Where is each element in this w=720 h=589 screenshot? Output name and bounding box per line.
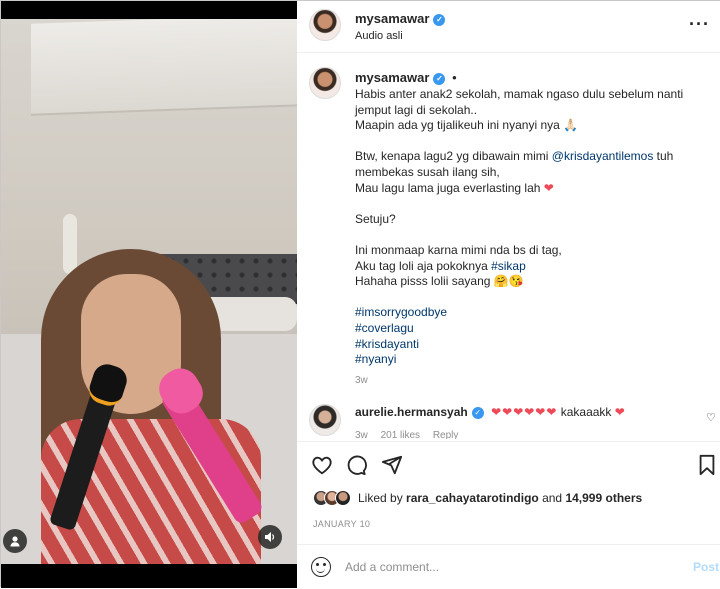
caption-line: jemput lagi di sekolah.. <box>355 102 478 117</box>
more-dots-icon[interactable]: ··· <box>689 14 710 35</box>
author-username-text[interactable]: mysamawar <box>355 11 429 26</box>
caption-line <box>355 196 715 212</box>
liked-by-prefix: Liked by <box>358 491 407 505</box>
verified-badge-icon: ✓ <box>471 407 484 419</box>
ceiling-light <box>31 19 297 116</box>
caption-timestamp[interactable]: 3w <box>355 375 368 386</box>
caption-line: Setuju? <box>355 211 396 226</box>
liker-avatar[interactable] <box>335 490 351 506</box>
caption-line: Maapin ada yg tijalikeuh ini nyanyi nya … <box>355 118 579 133</box>
caption-line: Ini monmaap karna mimi nda bs di tag, <box>355 242 562 257</box>
caption-line-text: tuh <box>653 149 674 164</box>
caption-line <box>355 227 715 243</box>
liker-username[interactable]: rara_cahayatarotindigo <box>406 491 539 505</box>
commenter-username[interactable]: aurelie.hermansyah <box>355 405 468 419</box>
liked-by-text: Liked by rara_cahayatarotindigo and 14,9… <box>358 491 642 505</box>
comment-meta: 3w 201 likes Reply <box>355 430 468 439</box>
bookmark-icon[interactable] <box>697 454 717 480</box>
comment-body: kakaaakk <box>557 405 615 419</box>
post-header: mysamawar ✓ Audio asli ··· <box>297 1 720 53</box>
heart-emoji-icon: ❤❤❤❤❤❤ <box>491 405 558 419</box>
add-comment-bar: Post <box>297 544 720 589</box>
caption-text: Habis anter anak2 sekolah, mamak ngaso d… <box>355 87 715 368</box>
caption-line: Aku tag loli aja pokoknya #sikap <box>355 259 715 275</box>
comment-timestamp[interactable]: 3w <box>355 430 368 439</box>
caption-line: Mau lagu lama juga everlasting lah ❤ <box>355 181 715 197</box>
comment-bubble-icon[interactable] <box>345 454 367 480</box>
post-actions: Liked by rara_cahayatarotindigo and 14,9… <box>297 441 720 588</box>
caption-username-text[interactable]: mysamawar <box>355 70 429 85</box>
reply-button[interactable]: Reply <box>433 430 459 439</box>
caption-line: membekas susah ilang sih, <box>355 164 500 179</box>
comment-input[interactable] <box>345 557 675 577</box>
heart-outline-icon[interactable] <box>311 454 333 480</box>
author-avatar[interactable] <box>309 9 341 41</box>
verified-badge-icon: ✓ <box>433 73 446 85</box>
comment-likes-count[interactable]: 201 likes <box>381 430 420 439</box>
caption-line-text: Mau lagu lama juga everlasting lah <box>355 180 544 195</box>
caption-line: Hahaha pisss lolii sayang 🤗😘 <box>355 274 524 289</box>
hashtag-link[interactable]: #krisdayanti <box>355 337 715 353</box>
caption-line-text: Aku tag loli aja pokoknya <box>355 258 492 273</box>
caption-username[interactable]: mysamawar ✓ • <box>355 70 457 85</box>
user-silhouette-icon[interactable] <box>3 529 27 553</box>
hashtag-link[interactable]: #nyanyi <box>355 352 715 368</box>
post-date[interactable]: JANUARY 10 <box>313 519 370 529</box>
heart-emoji-icon: ❤ <box>614 405 625 419</box>
caption-line-text: Btw, kenapa lagu2 yg dibawain mimi <box>355 149 552 164</box>
caption-line: Btw, kenapa lagu2 yg dibawain mimi @kris… <box>355 149 715 165</box>
caption-author-avatar[interactable] <box>309 67 341 99</box>
paper-plane-icon[interactable] <box>381 454 403 480</box>
heart-emoji-icon: ❤ <box>543 180 554 195</box>
comment: aurelie.hermansyah ✓ ❤❤❤❤❤❤ kakaaakk ❤ <box>355 405 625 419</box>
wall-lamp <box>63 214 77 274</box>
speaker-icon[interactable] <box>258 525 282 549</box>
mention-link[interactable]: @krisdayantilemos <box>552 149 654 163</box>
emoji-icon[interactable] <box>311 557 331 577</box>
verified-badge-icon: ✓ <box>433 14 446 26</box>
likes-others-count[interactable]: 14,999 others <box>565 491 642 505</box>
post-modal: mysamawar ✓ Audio asli ··· mysamawar ✓ • H… <box>0 0 720 588</box>
video-player[interactable] <box>1 19 297 564</box>
caption-line <box>355 134 715 150</box>
likes-summary: Liked by rara_cahayatarotindigo and 14,9… <box>313 490 642 506</box>
audio-label[interactable]: Audio asli <box>355 30 403 42</box>
author-username[interactable]: mysamawar ✓ <box>355 11 446 26</box>
hashtag-link[interactable]: #imsorrygoodbye <box>355 305 715 321</box>
media-pane <box>1 1 297 588</box>
post-button[interactable]: Post <box>693 560 719 574</box>
hashtag-link[interactable]: #sikap <box>491 259 526 273</box>
caption-line <box>355 290 715 306</box>
liked-by-and: and <box>538 491 566 505</box>
commenter-avatar[interactable] <box>309 404 341 436</box>
caption-line: Habis anter anak2 sekolah, mamak ngaso d… <box>355 87 684 101</box>
separator-dot: • <box>452 70 457 85</box>
comment-like-heart-icon[interactable]: ♡ <box>706 411 716 424</box>
hashtag-link[interactable]: #coverlagu <box>355 321 715 337</box>
post-sidebar: mysamawar ✓ Audio asli ··· mysamawar ✓ • H… <box>297 1 720 588</box>
